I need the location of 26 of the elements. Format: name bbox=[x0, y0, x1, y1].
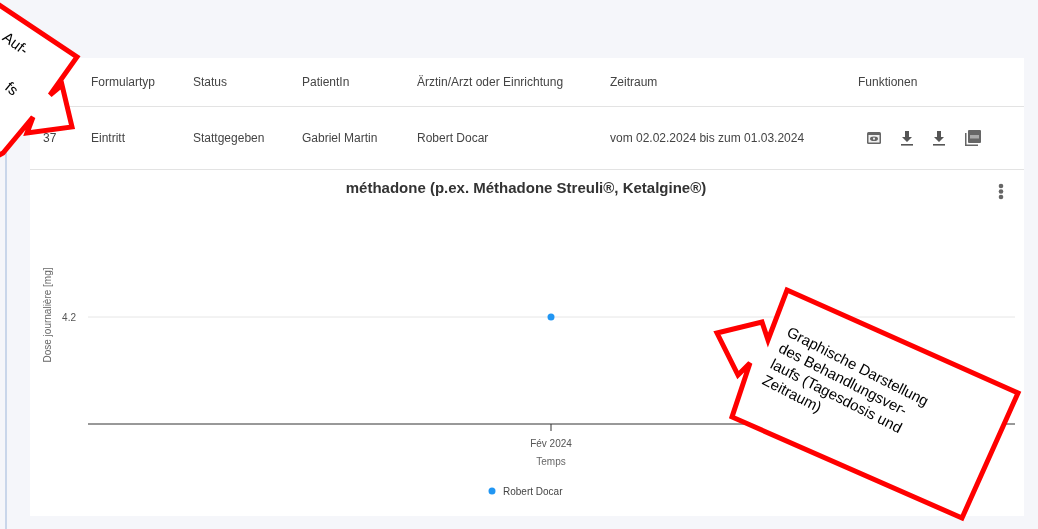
column-header: Status bbox=[193, 75, 228, 89]
more-icon[interactable] bbox=[998, 183, 1004, 200]
y-axis-title: Dose journalière [mg] bbox=[42, 267, 53, 363]
axis-tick-label: 4.2 bbox=[62, 312, 76, 323]
column-header: Funktionen bbox=[858, 75, 918, 89]
eye-icon[interactable] bbox=[866, 130, 882, 146]
download-icon[interactable] bbox=[900, 130, 914, 146]
table-cell: 37 bbox=[43, 131, 57, 145]
callout-text: fs bbox=[1, 78, 22, 100]
data-point bbox=[547, 313, 555, 321]
column-header: Formulartyp bbox=[91, 75, 155, 89]
column-header: Ärztin/Arzt oder Einrichtung bbox=[417, 75, 564, 89]
axis-tick-label: Fév 2024 bbox=[530, 438, 572, 449]
table-cell: Eintritt bbox=[91, 131, 125, 145]
column-header: PatientIn bbox=[302, 75, 350, 89]
callout-text: Auf- bbox=[0, 28, 32, 59]
table-cell: Robert Docar bbox=[417, 131, 489, 145]
chart-title: méthadone (p.ex. Méthadone Streuli®, Ketalgine®) bbox=[345, 179, 707, 196]
table-cell: Stattgegeben bbox=[193, 131, 265, 145]
column-header: Zeitraum bbox=[610, 75, 658, 89]
legend-label: Robert Docar bbox=[503, 486, 563, 497]
table-cell: Gabriel Martin bbox=[302, 131, 378, 145]
download-icon[interactable] bbox=[932, 130, 946, 146]
pdf-icon[interactable] bbox=[964, 129, 982, 147]
x-axis-title: Temps bbox=[536, 456, 566, 467]
table-cell: vom 02.02.2024 bis zum 01.03.2024 bbox=[610, 131, 805, 145]
